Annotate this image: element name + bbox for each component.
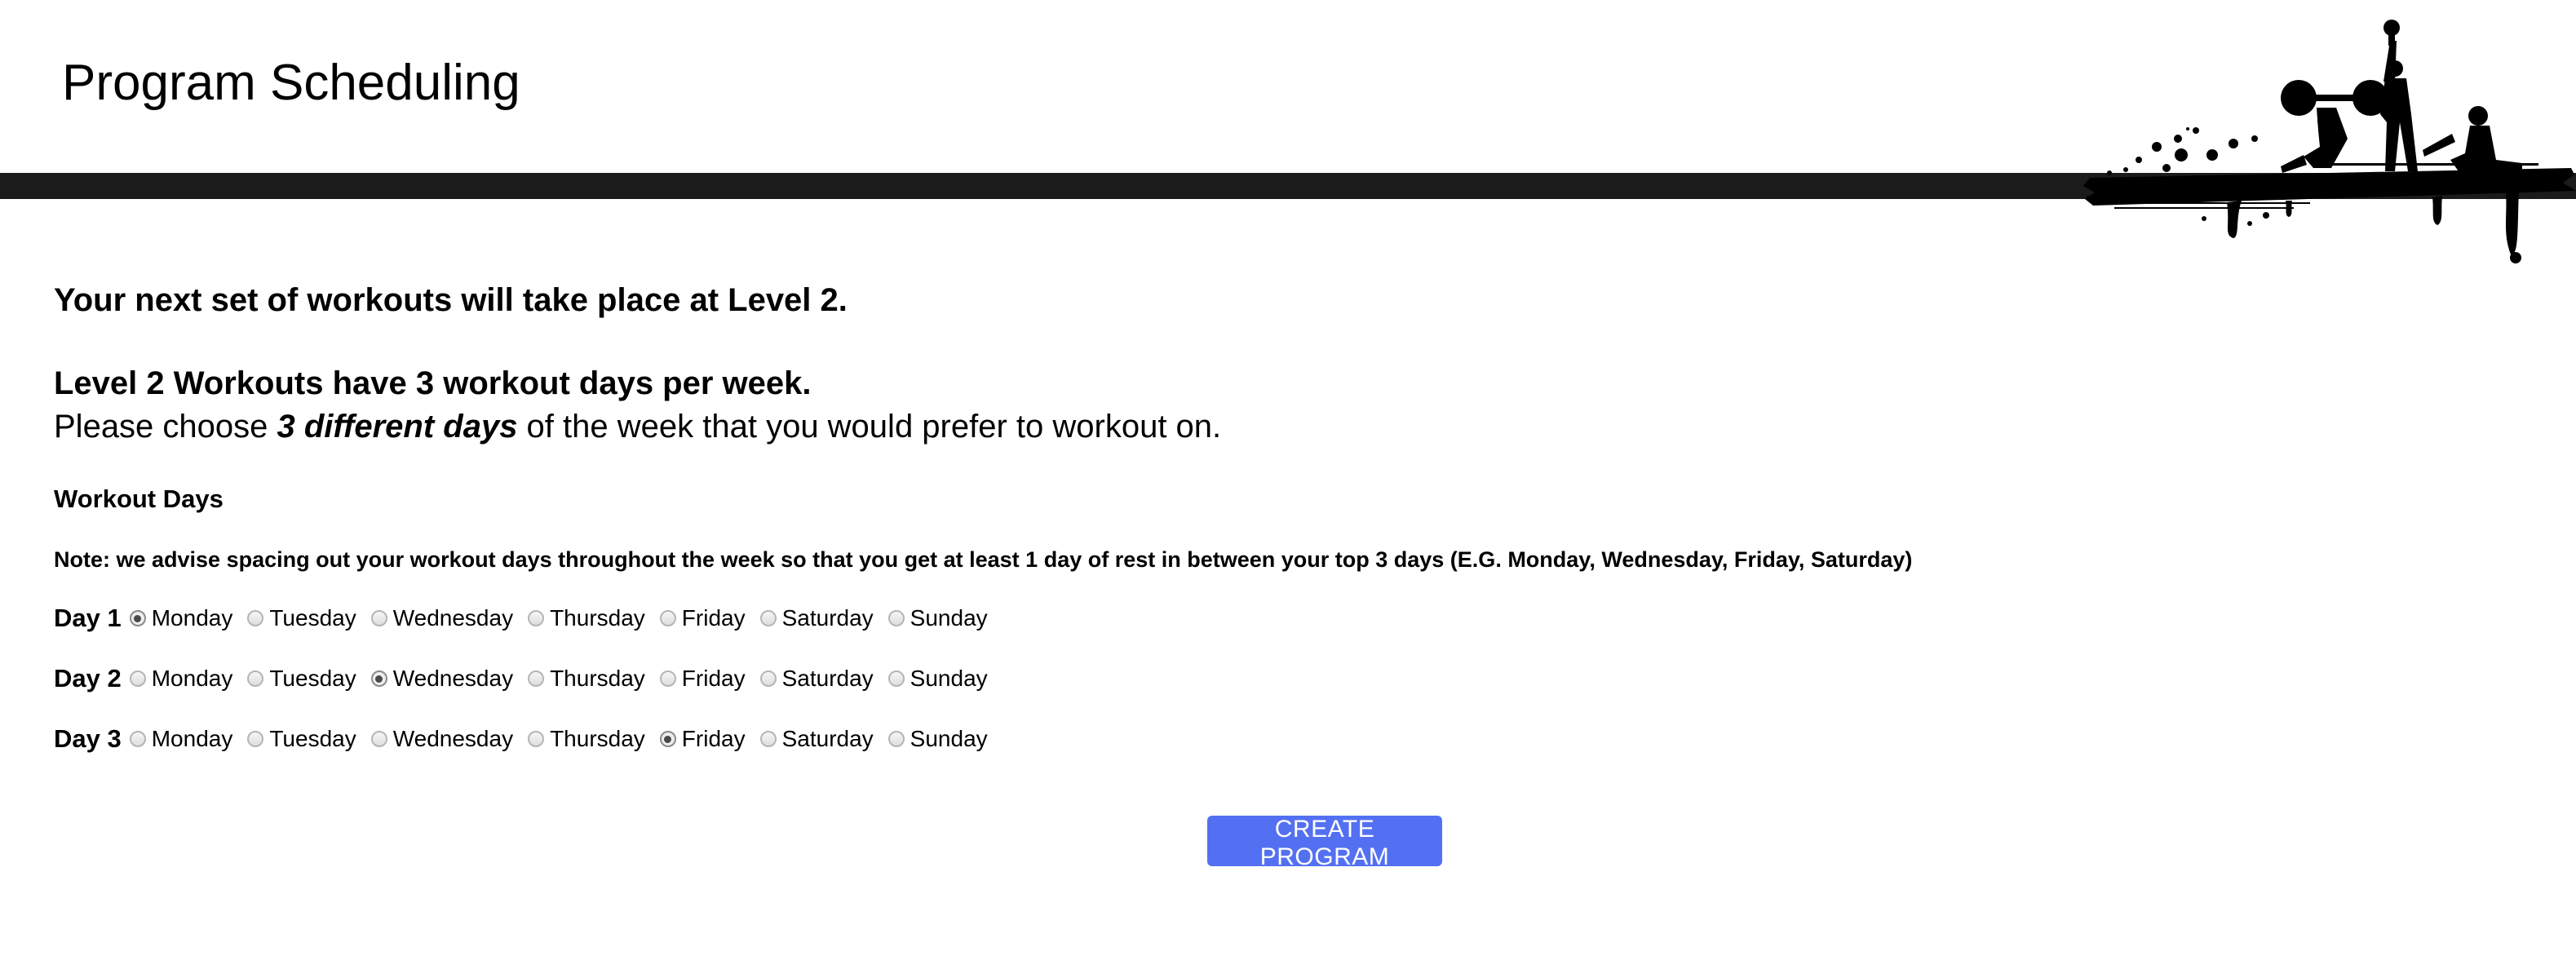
day-row: Day 1 Monday Tuesday Wednesday Thursday Frida… [54, 597, 2501, 639]
day-label: Day 2 [54, 664, 122, 692]
page-title: Program Scheduling [62, 55, 520, 111]
weekday-radio[interactable] [659, 610, 676, 626]
weekday-label: Saturday [781, 666, 874, 691]
weekday-option-wednesday[interactable]: Wednesday [370, 726, 514, 752]
weekday-label: Friday [681, 666, 746, 691]
weekday-option-monday[interactable]: Monday [129, 605, 233, 631]
weekday-radio[interactable] [129, 670, 146, 687]
weekday-radio[interactable] [659, 731, 676, 747]
weekday-option-saturday[interactable]: Saturday [759, 726, 874, 752]
weekday-option-friday[interactable]: Friday [659, 726, 746, 752]
weekday-label: Tuesday [269, 726, 356, 751]
workout-days-note: Note: we advise spacing out your workout… [54, 547, 1913, 572]
weekday-option-tuesday[interactable]: Tuesday [247, 726, 356, 752]
weekday-radio[interactable] [887, 731, 905, 747]
scheduling-form: Your next set of workouts will take plac… [54, 277, 2501, 760]
weekday-label: Sunday [910, 726, 988, 751]
weekday-label: Friday [681, 605, 746, 631]
weekday-radio[interactable] [247, 670, 264, 687]
weekday-option-sunday[interactable]: Sunday [887, 726, 988, 752]
choose-prefix: Please choose [54, 409, 277, 445]
day-row: Day 3 Monday Tuesday Wednesday Thursday Frida… [54, 718, 2501, 760]
weekday-option-sunday[interactable]: Sunday [887, 666, 988, 692]
weekday-label: Tuesday [269, 666, 356, 691]
weekday-label: Wednesday [392, 666, 514, 691]
weekday-option-saturday[interactable]: Saturday [759, 605, 874, 631]
choose-days-instruction: Please choose 3 different days of the we… [54, 405, 2501, 449]
weekday-option-saturday[interactable]: Saturday [759, 666, 874, 692]
weekday-radio[interactable] [528, 670, 545, 687]
create-program-button[interactable]: CREATE PROGRAM [1207, 816, 1442, 870]
day-label: Day 3 [54, 724, 122, 753]
next-level-text: Your next set of workouts will take plac… [54, 282, 848, 318]
weekday-label: Sunday [910, 605, 988, 631]
weekday-option-sunday[interactable]: Sunday [887, 605, 988, 631]
weekday-radio[interactable] [528, 610, 545, 626]
choose-suffix: of the week that you would prefer to wor… [517, 409, 1222, 445]
weekday-radio[interactable] [370, 670, 387, 687]
weekday-label: Wednesday [392, 605, 514, 631]
weekday-radio[interactable] [759, 731, 777, 747]
weekday-radio[interactable] [887, 610, 905, 626]
weekday-option-wednesday[interactable]: Wednesday [370, 666, 514, 692]
weekday-radio[interactable] [247, 610, 264, 626]
weekday-option-tuesday[interactable]: Tuesday [247, 605, 356, 631]
weekday-label: Thursday [550, 726, 645, 751]
weekday-option-thursday[interactable]: Thursday [528, 605, 645, 631]
weekday-radio[interactable] [759, 670, 777, 687]
weekday-label: Thursday [550, 666, 645, 691]
level-workouts-text: Level 2 Workouts have 3 workout days per… [54, 365, 812, 401]
weekday-label: Tuesday [269, 605, 356, 631]
weekday-option-monday[interactable]: Monday [129, 726, 233, 752]
weekday-radio[interactable] [887, 670, 905, 687]
day-selection-group: Day 1 Monday Tuesday Wednesday Thursday Frida… [54, 597, 2501, 760]
page-header: Program Scheduling [0, 0, 2576, 263]
weekday-label: Saturday [781, 726, 874, 751]
weekday-label: Monday [151, 726, 233, 751]
weekday-option-tuesday[interactable]: Tuesday [247, 666, 356, 692]
workout-days-label: Workout Days [54, 484, 224, 513]
day-label: Day 1 [54, 604, 122, 632]
weekday-radio[interactable] [129, 610, 146, 626]
weekday-label: Monday [151, 605, 233, 631]
weekday-label: Saturday [781, 605, 874, 631]
weekday-option-wednesday[interactable]: Wednesday [370, 605, 514, 631]
choose-emphasis: 3 different days [277, 409, 518, 445]
weekday-radio[interactable] [129, 731, 146, 747]
weekday-option-friday[interactable]: Friday [659, 666, 746, 692]
fitness-athletes-silhouette-icon [2082, 16, 2576, 269]
weekday-option-friday[interactable]: Friday [659, 605, 746, 631]
weekday-label: Friday [681, 726, 746, 751]
weekday-radio[interactable] [528, 731, 545, 747]
weekday-option-thursday[interactable]: Thursday [528, 726, 645, 752]
weekday-label: Wednesday [392, 726, 514, 751]
weekday-radio[interactable] [370, 610, 387, 626]
weekday-label: Sunday [910, 666, 988, 691]
weekday-radio[interactable] [247, 731, 264, 747]
weekday-option-thursday[interactable]: Thursday [528, 666, 645, 692]
day-row: Day 2 Monday Tuesday Wednesday Thursday Frida… [54, 657, 2501, 700]
weekday-radio[interactable] [370, 731, 387, 747]
weekday-option-monday[interactable]: Monday [129, 666, 233, 692]
weekday-radio[interactable] [659, 670, 676, 687]
weekday-label: Monday [151, 666, 233, 691]
weekday-radio[interactable] [759, 610, 777, 626]
weekday-label: Thursday [550, 605, 645, 631]
